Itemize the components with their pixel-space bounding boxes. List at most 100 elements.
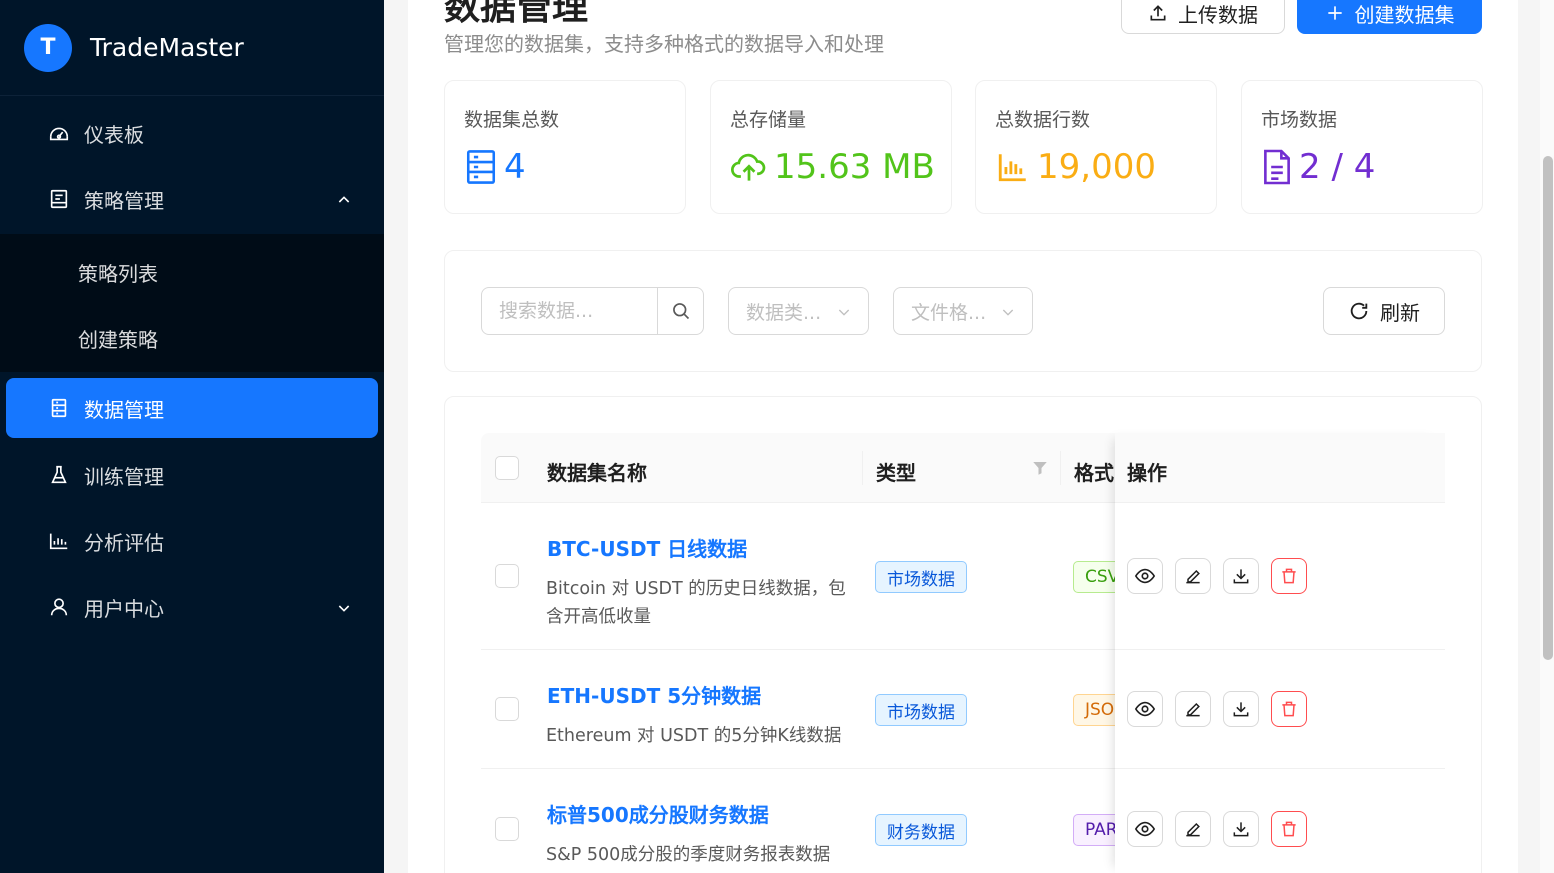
dataset-name-link[interactable]: 标普500成分股财务数据 bbox=[547, 799, 769, 828]
stat-value: 2 / 4 bbox=[1299, 147, 1376, 187]
stat-label: 总存储量 bbox=[730, 109, 807, 131]
download-button[interactable] bbox=[1223, 811, 1259, 847]
download-button[interactable] bbox=[1223, 691, 1259, 727]
create-label: 创建数据集 bbox=[1354, 2, 1455, 27]
dataset-name-link[interactable]: ETH-USDT 5分钟数据 bbox=[547, 680, 761, 709]
dataset-description: Ethereum 对 USDT 的5分钟K线数据 bbox=[546, 726, 842, 746]
stat-card-total-storage: 总存储量 15.63 MB bbox=[710, 80, 952, 214]
edit-icon bbox=[1186, 569, 1200, 584]
sidebar-item-label: 用户中心 bbox=[84, 596, 164, 621]
edit-button[interactable] bbox=[1175, 811, 1211, 847]
sidebar-subitem-create-strategy[interactable]: 创建策略 bbox=[78, 324, 158, 353]
sidebar-item-label: 仪表板 bbox=[84, 122, 144, 147]
create-dataset-button[interactable]: 创建数据集 bbox=[1297, 0, 1482, 34]
chevron-up-icon bbox=[336, 189, 352, 213]
file-format-placeholder: 文件格... bbox=[911, 301, 987, 324]
plus-icon bbox=[1327, 6, 1342, 20]
logo[interactable]: T TradeMaster bbox=[0, 0, 384, 96]
page-title: 数据管理 bbox=[444, 0, 589, 28]
format-tag: JSON bbox=[1073, 694, 1117, 726]
search-input[interactable] bbox=[482, 288, 657, 334]
trash-icon bbox=[1282, 568, 1296, 584]
upload-data-button[interactable]: 上传数据 bbox=[1121, 0, 1285, 34]
strategy-submenu bbox=[0, 234, 384, 372]
refresh-label: 刷新 bbox=[1380, 300, 1420, 325]
delete-button[interactable] bbox=[1271, 691, 1307, 727]
filter-icon[interactable] bbox=[1031, 459, 1049, 481]
trash-icon bbox=[1282, 821, 1296, 837]
sidebar-item-analysis[interactable]: 分析评估 bbox=[6, 511, 378, 571]
chevron-down-icon bbox=[838, 309, 850, 316]
column-header-actions: 操作 bbox=[1127, 461, 1167, 485]
actions-column: 操作 bbox=[1115, 433, 1445, 873]
sidebar-subitem-strategy-list[interactable]: 策略列表 bbox=[78, 258, 158, 287]
sidebar-item-label: 训练管理 bbox=[84, 464, 164, 489]
page-subtitle: 管理您的数据集，支持多种格式的数据导入和处理 bbox=[444, 32, 884, 56]
logo-avatar: T bbox=[24, 23, 72, 72]
sidebar-item-data[interactable]: 数据管理 bbox=[6, 378, 378, 438]
delete-button[interactable] bbox=[1271, 558, 1307, 594]
trash-icon bbox=[1282, 701, 1296, 717]
download-button[interactable] bbox=[1223, 558, 1259, 594]
chevron-down-icon bbox=[1002, 309, 1014, 316]
format-tag: PARQUET bbox=[1073, 814, 1117, 846]
type-tag: 财务数据 bbox=[875, 814, 967, 846]
sidebar-item-dashboard[interactable]: 仪表板 bbox=[6, 103, 378, 163]
user-icon bbox=[48, 596, 70, 618]
stat-card-market-data: 市场数据 2 / 4 bbox=[1241, 80, 1483, 214]
stat-card-total-rows: 总数据行数 19,000 bbox=[975, 80, 1217, 214]
column-header-name[interactable]: 数据集名称 bbox=[547, 457, 647, 486]
view-button[interactable] bbox=[1127, 558, 1163, 594]
stat-card-total-datasets: 数据集总数 4 bbox=[444, 80, 686, 214]
select-all-checkbox[interactable] bbox=[495, 456, 519, 480]
data-type-placeholder: 数据类... bbox=[746, 301, 822, 324]
view-button[interactable] bbox=[1127, 811, 1163, 847]
eye-icon bbox=[1134, 568, 1156, 584]
stat-value: 15.63 MB bbox=[774, 147, 935, 187]
sidebar-item-training[interactable]: 训练管理 bbox=[6, 445, 378, 505]
search-button[interactable] bbox=[657, 288, 703, 334]
column-header-type[interactable]: 类型 bbox=[876, 457, 916, 486]
file-format-select[interactable]: 文件格... bbox=[893, 287, 1033, 335]
stat-value: 19,000 bbox=[1037, 147, 1156, 187]
eye-icon bbox=[1134, 701, 1156, 717]
stat-label: 总数据行数 bbox=[995, 109, 1091, 131]
download-icon bbox=[1233, 569, 1249, 584]
data-type-select[interactable]: 数据类... bbox=[728, 287, 869, 335]
row-checkbox[interactable] bbox=[495, 564, 519, 588]
search-icon bbox=[672, 303, 689, 320]
chevron-down-icon bbox=[336, 597, 352, 621]
view-button[interactable] bbox=[1127, 691, 1163, 727]
strategy-icon bbox=[48, 188, 70, 210]
column-header-format[interactable]: 格式 bbox=[1074, 457, 1114, 486]
delete-button[interactable] bbox=[1271, 811, 1307, 847]
dashboard-icon bbox=[48, 122, 70, 144]
app-name: TradeMaster bbox=[90, 33, 244, 62]
row-checkbox[interactable] bbox=[495, 817, 519, 841]
edit-button[interactable] bbox=[1175, 558, 1211, 594]
download-icon bbox=[1233, 702, 1249, 717]
bar-chart-icon bbox=[998, 154, 1026, 182]
format-tag: CSV bbox=[1073, 561, 1117, 593]
sidebar-item-label: 数据管理 bbox=[84, 397, 164, 422]
upload-label: 上传数据 bbox=[1178, 2, 1258, 27]
bar-chart-icon bbox=[48, 530, 70, 552]
row-checkbox[interactable] bbox=[495, 697, 519, 721]
sidebar-item-label: 分析评估 bbox=[84, 530, 164, 555]
stat-label: 市场数据 bbox=[1261, 109, 1338, 131]
refresh-button[interactable]: 刷新 bbox=[1323, 287, 1445, 335]
sidebar-item-strategy[interactable]: 策略管理 bbox=[6, 169, 378, 229]
sidebar-item-user-center[interactable]: 用户中心 bbox=[6, 577, 378, 637]
type-tag: 市场数据 bbox=[875, 561, 967, 593]
cloud-upload-icon bbox=[731, 153, 766, 181]
search-box bbox=[481, 287, 704, 335]
reload-icon bbox=[1350, 302, 1368, 320]
stat-value: 4 bbox=[504, 147, 526, 187]
dataset-description: S&P 500成分股的季度财务报表数据 bbox=[546, 845, 831, 865]
database-icon bbox=[466, 150, 496, 184]
database-icon bbox=[48, 397, 70, 419]
download-icon bbox=[1233, 822, 1249, 837]
scrollbar-thumb[interactable] bbox=[1543, 156, 1553, 660]
dataset-name-link[interactable]: BTC-USDT 日线数据 bbox=[547, 533, 747, 562]
edit-button[interactable] bbox=[1175, 691, 1211, 727]
